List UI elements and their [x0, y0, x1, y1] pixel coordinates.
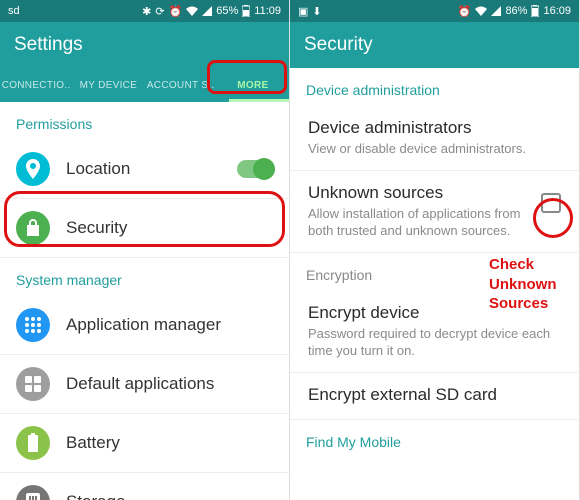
bluetooth-icon: ✱	[142, 5, 151, 18]
encrypt-device-sub: Password required to decrypt device each…	[308, 325, 561, 360]
item-default-apps-label: Default applications	[66, 374, 273, 394]
item-encrypt-sd[interactable]: Encrypt external SD card	[290, 373, 579, 420]
alarm-icon: ⏰	[169, 5, 183, 18]
battery-icon	[16, 426, 50, 460]
signal-icon	[202, 6, 212, 16]
tab-more[interactable]: MORE	[217, 68, 289, 102]
section-system: System manager	[0, 258, 289, 296]
battery-text: 86%	[505, 5, 527, 17]
time-text: 16:09	[543, 5, 571, 17]
time-text: 11:09	[254, 5, 281, 17]
screenshot-icon: ▣	[298, 5, 308, 18]
unknown-sources-checkbox[interactable]	[541, 193, 561, 213]
item-unknown-sources[interactable]: Unknown sources Allow installation of ap…	[290, 171, 579, 253]
item-location[interactable]: Location	[0, 140, 289, 199]
item-security-label: Security	[66, 218, 273, 238]
security-screen: ▣ ⬇ ⏰ 86% 16:09 Security Device administ…	[290, 0, 580, 500]
item-storage-label: Storage	[66, 492, 273, 500]
section-permissions: Permissions	[0, 102, 289, 140]
encrypt-device-title: Encrypt device	[308, 303, 561, 323]
settings-screen: sd ✱ ⟳ ⏰ 65% 11:09 Settings CONNECTIO.. …	[0, 0, 290, 500]
item-location-label: Location	[66, 159, 237, 179]
status-bar: ▣ ⬇ ⏰ 86% 16:09	[290, 0, 579, 22]
alarm-icon: ⏰	[458, 5, 472, 18]
unknown-sources-sub: Allow installation of applications from …	[308, 205, 529, 240]
battery-text: 65%	[216, 5, 238, 17]
location-icon	[16, 152, 50, 186]
download-icon: ⬇	[312, 5, 321, 18]
battery-icon	[531, 5, 539, 17]
item-security[interactable]: Security	[0, 199, 289, 258]
section-encryption: Encryption	[290, 253, 579, 291]
item-device-administrators[interactable]: Device administrators View or disable de…	[290, 106, 579, 171]
section-find-mobile: Find My Mobile	[290, 420, 579, 452]
tab-connections[interactable]: CONNECTIO..	[0, 68, 72, 102]
tab-bar: CONNECTIO.. MY DEVICE ACCOUNT S.. MORE	[0, 68, 289, 102]
item-battery-label: Battery	[66, 433, 273, 453]
section-device-admin: Device administration	[290, 68, 579, 106]
apps-icon	[16, 308, 50, 342]
unknown-sources-title: Unknown sources	[308, 183, 529, 203]
item-default-apps[interactable]: Default applications	[0, 355, 289, 414]
item-battery[interactable]: Battery	[0, 414, 289, 473]
battery-icon	[242, 5, 250, 17]
encrypt-sd-title: Encrypt external SD card	[308, 385, 561, 405]
device-admins-title: Device administrators	[308, 118, 561, 138]
device-admins-sub: View or disable device administrators.	[308, 140, 561, 158]
security-list[interactable]: Device administration Device administrat…	[290, 68, 579, 500]
storage-icon	[16, 485, 50, 500]
wifi-icon	[475, 6, 487, 16]
location-toggle[interactable]	[237, 160, 273, 178]
default-apps-icon	[16, 367, 50, 401]
wifi-icon	[186, 6, 198, 16]
sync-icon: ⟳	[155, 5, 164, 18]
tab-my-device[interactable]: MY DEVICE	[72, 68, 144, 102]
tab-indicator	[229, 99, 289, 102]
settings-list[interactable]: Permissions Location Security System man…	[0, 102, 289, 500]
item-app-manager[interactable]: Application manager	[0, 296, 289, 355]
signal-icon	[491, 6, 501, 16]
status-left-text: sd	[8, 5, 20, 17]
status-bar: sd ✱ ⟳ ⏰ 65% 11:09	[0, 0, 289, 22]
page-title: Settings	[0, 22, 289, 68]
item-storage[interactable]: Storage	[0, 473, 289, 500]
item-encrypt-device[interactable]: Encrypt device Password required to decr…	[290, 291, 579, 373]
page-title: Security	[290, 22, 579, 68]
item-app-manager-label: Application manager	[66, 315, 273, 335]
tab-accounts[interactable]: ACCOUNT S..	[145, 68, 217, 102]
lock-icon	[16, 211, 50, 245]
